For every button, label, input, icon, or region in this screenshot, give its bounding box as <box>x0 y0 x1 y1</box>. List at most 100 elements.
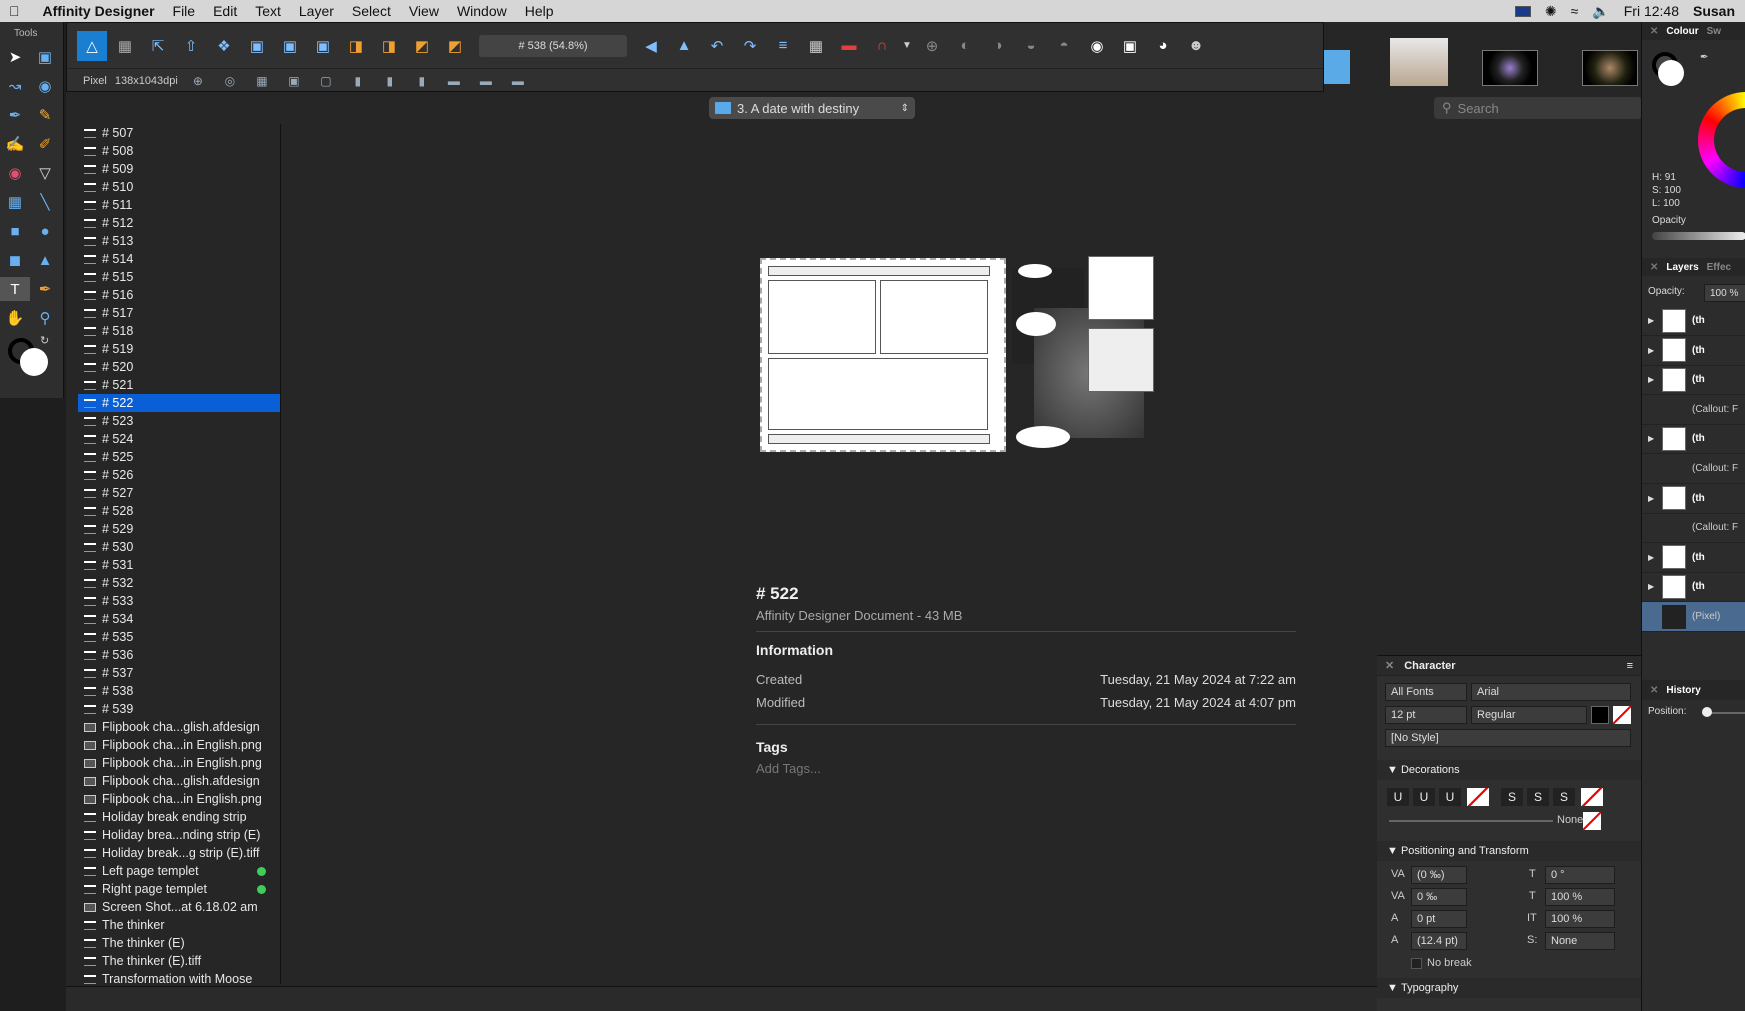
boolean-add-icon[interactable]: ◐ <box>950 31 980 61</box>
layer-row[interactable]: (Callout: F <box>1642 395 1745 425</box>
galaxy-thumb[interactable] <box>1482 50 1538 86</box>
triangle-tool-icon[interactable]: ▲ <box>30 248 60 272</box>
arrange-backward-icon[interactable]: ◨ <box>374 31 404 61</box>
font-family-select[interactable]: Arial <box>1471 683 1631 701</box>
file-list-item[interactable]: # 526 <box>78 466 280 484</box>
typography-section[interactable]: ▼ Typography <box>1377 978 1641 998</box>
file-list-item[interactable]: # 520 <box>78 358 280 376</box>
file-list-item[interactable]: Right page templet <box>78 880 280 898</box>
file-list-item[interactable]: # 518 <box>78 322 280 340</box>
file-list-item[interactable]: # 527 <box>78 484 280 502</box>
rectangle-tool-icon[interactable]: ■ <box>0 219 30 243</box>
speech-bubble-icon[interactable]: ◉ <box>1082 31 1112 61</box>
font-collection-select[interactable]: All Fonts <box>1385 683 1467 701</box>
file-list-item[interactable]: # 530 <box>78 538 280 556</box>
pencil-tool-icon[interactable]: ✎ <box>30 103 60 127</box>
font-weight-select[interactable]: Regular <box>1471 706 1587 724</box>
file-list-item[interactable]: # 513 <box>78 232 280 250</box>
text-color-swatch[interactable] <box>1591 706 1609 724</box>
file-list-item[interactable]: The thinker (E) <box>78 934 280 952</box>
tab-history[interactable]: History <box>1666 685 1700 696</box>
export-persona-icon[interactable]: ⇱ <box>143 31 173 61</box>
file-list-item[interactable]: Flipbook cha...glish.afdesign <box>78 718 280 736</box>
layer-row[interactable]: ▶ (th <box>1642 365 1745 396</box>
rounded-rect-tool-icon[interactable]: ◼ <box>0 248 30 272</box>
tab-layers[interactable]: Layers <box>1666 262 1698 273</box>
menu-edit[interactable]: Edit <box>204 0 246 22</box>
menu-select[interactable]: Select <box>343 0 400 22</box>
arrange-back-icon[interactable]: ◨ <box>341 31 371 61</box>
file-list-item[interactable]: # 507 <box>78 124 280 142</box>
gear-status-icon[interactable]: ✺ <box>1545 3 1557 20</box>
file-list-item[interactable]: # 525 <box>78 448 280 466</box>
kerning-field[interactable]: (0 ‰) <box>1411 866 1467 884</box>
snap-magnet-icon[interactable]: ∩ <box>867 31 897 61</box>
transform-icon[interactable]: ▢ <box>314 71 338 91</box>
file-list-item[interactable]: Screen Shot...at 6.18.02 am <box>78 898 280 916</box>
view-icon[interactable]: ◎ <box>218 71 242 91</box>
menu-file[interactable]: File <box>164 0 205 22</box>
file-list-item[interactable]: Left page templet <box>78 862 280 880</box>
shear-field[interactable]: None <box>1545 932 1615 950</box>
expand-arrow-icon[interactable]: ▶ <box>1648 375 1656 384</box>
file-list-item[interactable]: # 524 <box>78 430 280 448</box>
user-name[interactable]: Susan <box>1693 3 1735 19</box>
swap-colors-icon[interactable]: ↻ <box>40 334 49 347</box>
file-list-item[interactable]: # 514 <box>78 250 280 268</box>
file-list-item[interactable]: # 519 <box>78 340 280 358</box>
unit-label[interactable]: Pixel <box>83 75 107 87</box>
arrange-front-icon[interactable]: ◩ <box>440 31 470 61</box>
rotate-right-icon[interactable]: ↷ <box>735 31 765 61</box>
crop-tool-icon[interactable]: ╲ <box>30 190 60 214</box>
expand-arrow-icon[interactable]: ▶ <box>1648 346 1656 355</box>
layer-row[interactable]: ▶ (th <box>1642 336 1745 366</box>
screenshot-thumb[interactable] <box>1390 38 1448 86</box>
arrange-forward-icon[interactable]: ◩ <box>407 31 437 61</box>
file-list-item[interactable]: Flipbook cha...in English.png <box>78 736 280 754</box>
file-list-item[interactable]: Flipbook cha...glish.afdesign <box>78 772 280 790</box>
app-menu[interactable]: Affinity Designer <box>29 0 164 22</box>
share-icon[interactable]: ⇧ <box>176 31 206 61</box>
vertical-scale-field[interactable]: 100 % <box>1545 888 1615 906</box>
callout-icon[interactable]: ▣ <box>1115 31 1145 61</box>
insert-behind-icon[interactable]: ▣ <box>308 31 338 61</box>
file-list-item[interactable]: # 534 <box>78 610 280 628</box>
underline-alt-button[interactable]: U <box>1439 788 1461 806</box>
file-list-item[interactable]: # 536 <box>78 646 280 664</box>
file-list-item[interactable]: # 533 <box>78 592 280 610</box>
double-strike-button[interactable]: S <box>1527 788 1549 806</box>
transparency-tool-icon[interactable]: ▽ <box>30 161 60 185</box>
brush-tool-icon[interactable]: ✐ <box>30 132 60 156</box>
wifi-icon[interactable]: ≈ <box>1571 3 1579 19</box>
place-image-icon[interactable]: ▦ <box>0 190 30 214</box>
file-list-item[interactable]: # 521 <box>78 376 280 394</box>
insert-target-icon[interactable]: ▣ <box>242 31 272 61</box>
file-list-item[interactable]: # 538 <box>78 682 280 700</box>
eyedropper-icon[interactable]: ✒ <box>1700 52 1708 63</box>
file-list-item[interactable]: # 511 <box>78 196 280 214</box>
strikethrough-button[interactable]: S <box>1501 788 1523 806</box>
move-tool-icon[interactable]: ➤ <box>0 45 30 69</box>
file-list-item[interactable]: Holiday break...g strip (E).tiff <box>78 844 280 862</box>
file-list-item[interactable]: # 509 <box>78 160 280 178</box>
file-list-item[interactable]: # 537 <box>78 664 280 682</box>
file-list-item[interactable]: # 523 <box>78 412 280 430</box>
tracking-field[interactable]: 0 ‰ <box>1411 888 1467 906</box>
boolean-intersect-icon[interactable]: ◒ <box>1016 31 1046 61</box>
align-left-icon[interactable]: ▮ <box>346 71 370 91</box>
folder-path-popup[interactable]: 3. A date with destiny ⇕ <box>709 97 915 119</box>
file-list-item[interactable]: The thinker <box>78 916 280 934</box>
layer-opacity-field[interactable]: 100 % <box>1704 284 1745 302</box>
align-center-icon[interactable]: ▮ <box>378 71 402 91</box>
decorations-section[interactable]: ▼ Decorations <box>1377 760 1641 780</box>
apple-icon[interactable]:  <box>0 0 29 22</box>
scale-icon[interactable]: ▣ <box>282 71 306 91</box>
close-icon[interactable]: ✕ <box>1650 26 1658 37</box>
pie-icon[interactable]: ◕ <box>1148 31 1178 61</box>
file-list-item[interactable]: # 515 <box>78 268 280 286</box>
close-icon[interactable]: ✕ <box>1650 262 1658 273</box>
text-tool-icon[interactable]: T <box>0 277 30 301</box>
positioning-section[interactable]: ▼ Positioning and Transform <box>1377 841 1641 861</box>
decoration-color-swatch[interactable] <box>1583 812 1601 830</box>
decoration-width-slider[interactable] <box>1389 820 1553 822</box>
